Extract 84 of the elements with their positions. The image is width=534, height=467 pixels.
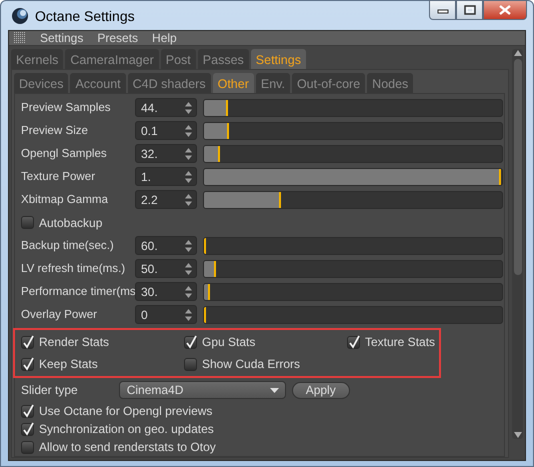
slider[interactable] <box>203 260 503 278</box>
window-title: Octane Settings <box>35 8 135 24</box>
param-label: Performance timer(ms <box>21 285 135 298</box>
tab[interactable]: Post <box>160 49 196 69</box>
number-field[interactable]: 32. <box>135 144 197 163</box>
number-field[interactable]: 44. <box>135 98 197 117</box>
tab[interactable]: Out-of-core <box>292 73 366 93</box>
spinner-icon[interactable] <box>185 194 192 206</box>
number-field[interactable]: 1. <box>135 167 197 186</box>
checkbox[interactable] <box>21 422 34 436</box>
checkbox[interactable] <box>184 336 197 348</box>
param-label: Preview Size <box>21 124 90 137</box>
grip-icon[interactable] <box>14 32 26 44</box>
number-field[interactable]: 50. <box>135 259 197 278</box>
checkbox-label: Gpu Stats <box>202 335 256 349</box>
checkbox[interactable] <box>21 336 34 348</box>
spinner-icon[interactable] <box>185 240 192 252</box>
slider[interactable] <box>203 98 503 116</box>
spinner-icon[interactable] <box>185 148 192 160</box>
app-logo-icon <box>11 6 29 24</box>
scroll-down-icon[interactable] <box>514 431 522 439</box>
scrollbar[interactable] <box>512 49 523 439</box>
number-field[interactable]: 0.1 <box>135 121 197 140</box>
minimize-button[interactable] <box>429 0 456 20</box>
checkbox-label: Keep Stats <box>39 357 98 371</box>
maximize-button[interactable] <box>456 0 483 20</box>
field-label: Slider type <box>21 383 78 397</box>
checkbox-label: Texture Stats <box>365 335 436 349</box>
param-label: Backup time(sec.) <box>21 239 115 252</box>
spinner-icon[interactable] <box>185 170 192 182</box>
spinner-icon[interactable] <box>185 286 192 298</box>
menu-item[interactable]: Presets <box>97 31 138 45</box>
slider[interactable] <box>203 122 503 140</box>
apply-button[interactable]: Apply <box>292 382 350 398</box>
checkbox-label: Render Stats <box>39 335 110 349</box>
slider[interactable] <box>203 236 503 254</box>
checkbox[interactable] <box>21 216 34 229</box>
caret-icon <box>270 388 279 392</box>
number-field[interactable]: 60. <box>135 236 197 255</box>
scroll-up-icon[interactable] <box>514 49 522 57</box>
dropdown[interactable]: Cinema4D <box>118 381 286 399</box>
spinner-icon[interactable] <box>185 262 192 274</box>
number-field[interactable]: 0 <box>135 305 197 324</box>
close-icon <box>499 5 511 15</box>
param-label: Overlay Power <box>21 308 98 321</box>
checkbox-label: Allow to send renderstats to Otoy <box>39 440 216 454</box>
slider[interactable] <box>203 306 503 324</box>
checkbox-label: Autobackup <box>39 216 102 230</box>
checkbox[interactable] <box>184 358 197 370</box>
number-field[interactable]: 30. <box>135 282 197 301</box>
checkbox[interactable] <box>21 440 34 454</box>
slider[interactable] <box>203 190 503 208</box>
tab[interactable]: Account <box>70 73 126 93</box>
spinner-icon[interactable] <box>185 124 192 136</box>
param-label: Preview Samples <box>21 101 112 114</box>
checkbox[interactable] <box>21 358 34 370</box>
checkbox[interactable] <box>21 404 34 418</box>
checkbox[interactable] <box>347 336 360 348</box>
param-label: Xbitmap Gamma <box>21 193 109 206</box>
tab[interactable]: Other <box>212 73 254 93</box>
slider[interactable] <box>203 282 503 300</box>
param-label: LV refresh time(ms.) <box>21 262 126 275</box>
menu-item[interactable]: Help <box>152 31 177 45</box>
checkbox-label: Use Octane for Opengl previews <box>39 404 212 418</box>
maximize-icon <box>464 5 476 15</box>
menu-item[interactable]: Settings <box>40 31 84 45</box>
param-label: Texture Power <box>21 170 96 183</box>
tab[interactable]: Kernels <box>11 49 64 69</box>
scroll-thumb[interactable] <box>514 59 522 275</box>
close-button[interactable] <box>483 0 527 20</box>
checkbox-label: Synchronization on geo. updates <box>39 422 214 436</box>
tab[interactable]: C4D shaders <box>128 73 211 93</box>
tab[interactable]: Env. <box>256 73 290 93</box>
tab[interactable]: Settings <box>250 49 306 69</box>
spinner-icon[interactable] <box>185 102 192 114</box>
slider[interactable] <box>203 144 503 162</box>
tab[interactable]: CameraImager <box>65 49 159 69</box>
tab[interactable]: Devices <box>14 73 68 93</box>
checkbox-label: Show Cuda Errors <box>202 357 300 371</box>
param-label: Opengl Samples <box>21 147 108 160</box>
spinner-icon[interactable] <box>185 308 192 320</box>
tab[interactable]: Passes <box>198 49 249 69</box>
tab[interactable]: Nodes <box>367 73 414 93</box>
number-field[interactable]: 2.2 <box>135 190 197 209</box>
